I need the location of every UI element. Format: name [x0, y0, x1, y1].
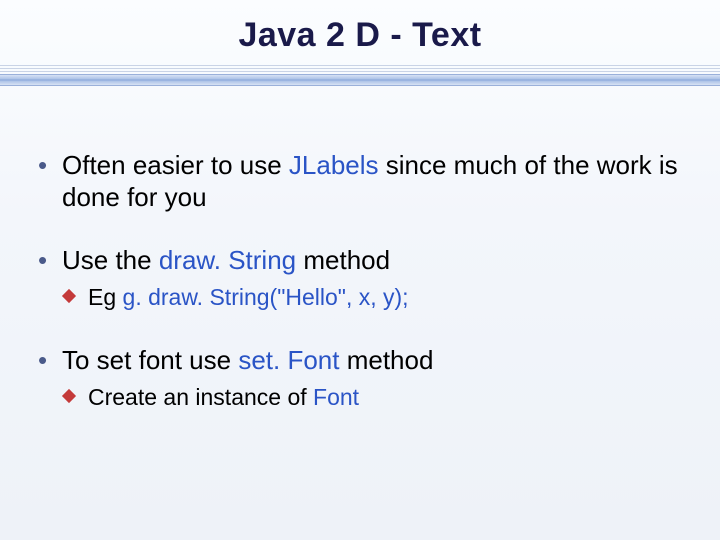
diamond-bullet-icon: [62, 389, 76, 403]
bullet-text: To set font use set. Font method: [62, 345, 686, 377]
keyword-text: JLabels: [289, 150, 379, 180]
divider-stack: [0, 65, 720, 86]
body-text: method: [296, 245, 390, 275]
sub-bullet-text: Create an instance of Font: [88, 383, 686, 413]
divider-band: [0, 74, 720, 86]
bullet-item: Use the draw. String method Eg g. draw. S…: [34, 245, 686, 313]
keyword-text: set. Font: [238, 345, 339, 375]
bullet-text: Use the draw. String method: [62, 245, 686, 277]
slide: Java 2 D - Text Often easier to use JLab…: [0, 0, 720, 540]
divider-line: [0, 65, 720, 66]
bullet-item: Often easier to use JLabels since much o…: [34, 150, 686, 213]
body-text: Often easier to use: [62, 150, 289, 180]
sub-bullet-list: Eg g. draw. String("Hello", x, y);: [62, 283, 686, 313]
keyword-text: draw. String: [159, 245, 296, 275]
body-text: method: [339, 345, 433, 375]
keyword-text: g. draw. String("Hello", x, y);: [123, 284, 409, 310]
content-area: Often easier to use JLabels since much o…: [34, 150, 686, 445]
title-area: Java 2 D - Text: [0, 0, 720, 86]
sub-bullet-text: Eg g. draw. String("Hello", x, y);: [88, 283, 686, 313]
body-text: Use the: [62, 245, 159, 275]
sub-bullet-item: Create an instance of Font: [62, 383, 686, 413]
bullet-item: To set font use set. Font method Create a…: [34, 345, 686, 413]
bullet-list: Often easier to use JLabels since much o…: [34, 150, 686, 413]
diamond-bullet-icon: [62, 289, 76, 303]
bullet-text: Often easier to use JLabels since much o…: [62, 150, 686, 213]
keyword-text: Font: [313, 384, 359, 410]
sub-bullet-item: Eg g. draw. String("Hello", x, y);: [62, 283, 686, 313]
body-text: Create an instance of: [88, 384, 313, 410]
divider-line: [0, 68, 720, 69]
sub-bullet-list: Create an instance of Font: [62, 383, 686, 413]
divider-line: [0, 71, 720, 72]
body-text: To set font use: [62, 345, 238, 375]
slide-title: Java 2 D - Text: [0, 16, 720, 55]
body-text: Eg: [88, 284, 123, 310]
